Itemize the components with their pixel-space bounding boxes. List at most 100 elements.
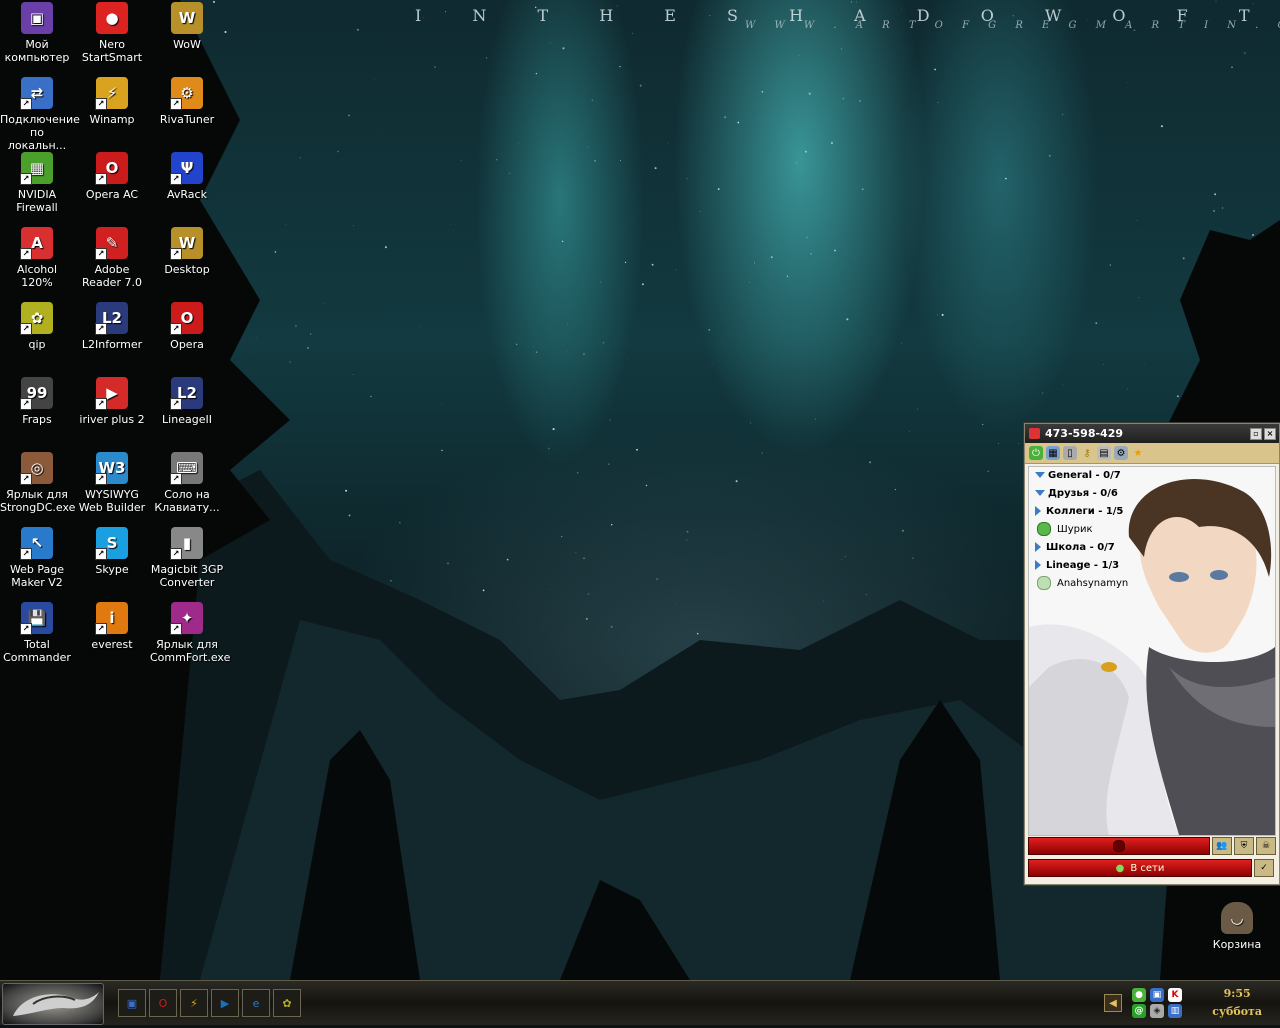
opera-ac-icon: O↗	[96, 152, 128, 184]
desktop-icon[interactable]: O↗Opera	[150, 302, 224, 351]
alcohol-icon: A↗	[21, 227, 53, 259]
start-button[interactable]	[2, 983, 104, 1025]
winamp-icon[interactable]: ⚡	[180, 989, 208, 1017]
privacy-shield-icon[interactable]: ✓	[1254, 859, 1274, 877]
contact-group[interactable]: Коллеги - 1/5	[1029, 503, 1275, 521]
network-tray-icon[interactable]: ▣	[1150, 988, 1164, 1002]
desktop-icon[interactable]: A↗Alcohol 120%	[0, 227, 74, 289]
desktop-icon[interactable]: W3↗WYSIWYG Web Builder	[75, 452, 149, 514]
qip-window[interactable]: 473-598-429 ▫ × ⏻ ▦ ▯ ⚷ ▤ ⚙ ★ General - …	[1024, 423, 1280, 885]
contact-group[interactable]: Школа - 0/7	[1029, 539, 1275, 557]
desktop-icon[interactable]: W WoW	[150, 2, 224, 51]
desktop-icon[interactable]: 99↗Fraps	[0, 377, 74, 426]
users-button[interactable]: 👥	[1212, 837, 1232, 855]
desktop-icon[interactable]: L2↗ LineageII	[150, 377, 224, 426]
clock-time: 9:55	[1212, 985, 1262, 1003]
desktop-icon[interactable]: W↗Desktop	[150, 227, 224, 276]
close-button[interactable]: ×	[1264, 428, 1276, 440]
rivatuner-icon: ⚙↗	[171, 77, 203, 109]
status-icon[interactable]: ⏻	[1029, 446, 1043, 460]
shortcut-arrow-icon: ↗	[20, 323, 32, 335]
internet-explorer-icon[interactable]: e	[242, 989, 270, 1017]
iriver-icon: ▶↗	[96, 377, 128, 409]
show-desktop-icon[interactable]: ▣	[118, 989, 146, 1017]
desktop-icon[interactable]: ⌨↗Соло на Клавиату...	[150, 452, 224, 514]
shield-icon[interactable]: ⛨	[1234, 837, 1254, 855]
shortcut-arrow-icon: ↗	[170, 623, 182, 635]
qip-tray-icon[interactable]: ●	[1132, 988, 1146, 1002]
contact-group[interactable]: Друзья - 0/6	[1029, 485, 1275, 503]
desktop-icon-label: Total Commander	[0, 638, 74, 664]
desktop-icon[interactable]: ◎↗Ярлык для StrongDC.exe	[0, 452, 74, 514]
wallpaper-subtitle: W W W . A R T O F G R E G M A R T I N . …	[745, 20, 1275, 31]
l2informer-icon: L2↗	[96, 302, 128, 334]
desktop-icon[interactable]: Ψ↗AvRack	[150, 152, 224, 201]
collapsed-triangle-icon	[1035, 506, 1041, 516]
desktop-icon[interactable]: ✿↗qip	[0, 302, 74, 351]
history-icon[interactable]: ▤	[1097, 446, 1111, 460]
desktop-icon[interactable]: S↗Skype	[75, 527, 149, 576]
desktop-icon[interactable]: ⚡↗Winamp	[75, 77, 149, 126]
opera-icon[interactable]: O	[149, 989, 177, 1017]
wysiwyg-icon: W3↗	[96, 452, 128, 484]
expanded-triangle-icon	[1035, 490, 1045, 496]
volume-tray-icon[interactable]: ◈	[1150, 1004, 1164, 1018]
skull-icon[interactable]: ☠	[1256, 837, 1276, 855]
desktop-icon[interactable]: ↖↗Web Page Maker V2	[0, 527, 74, 589]
xstatus-bar[interactable]	[1028, 837, 1210, 855]
fraps-icon: 99↗	[21, 377, 53, 409]
online-status-bar[interactable]: ● В сети	[1028, 859, 1252, 877]
desktop-icon[interactable]: ✦↗Ярлык для CommFort.exe	[150, 602, 224, 664]
icon-glyph: ⚡	[107, 87, 118, 100]
star-icon[interactable]: ★	[1131, 446, 1145, 460]
shortcut-arrow-icon: ↗	[170, 548, 182, 560]
desktop-icon[interactable]: 💾↗Total Commander	[0, 602, 74, 664]
desktop-icon[interactable]: O↗Opera AC	[75, 152, 149, 201]
contacts-icon[interactable]: ▦	[1046, 446, 1060, 460]
qip-titlebar[interactable]: 473-598-429 ▫ ×	[1025, 424, 1279, 443]
icq-tray-icon[interactable]: @	[1132, 1004, 1146, 1018]
expanded-triangle-icon	[1035, 472, 1045, 478]
desktop-icon[interactable]: ▦↗NVIDIA Firewall	[0, 152, 74, 214]
contact-list[interactable]: General - 0/7Друзья - 0/6Коллеги - 1/5Шу…	[1028, 466, 1276, 836]
icon-glyph: W	[179, 12, 196, 25]
lineage2-icon: L2↗	[171, 377, 203, 409]
desktop-icon-label: qip	[0, 338, 74, 351]
desktop-icon[interactable]: ●Nero StartSmart	[75, 2, 149, 64]
contact-group[interactable]: General - 0/7	[1029, 467, 1275, 485]
monitor-tray-icon[interactable]: ▥	[1168, 1004, 1182, 1018]
icon-glyph: ✎	[106, 237, 119, 250]
contact-group[interactable]: Lineage - 1/3	[1029, 557, 1275, 575]
icon-glyph: A	[31, 237, 43, 250]
minimize-button[interactable]: ▫	[1250, 428, 1262, 440]
shortcut-arrow-icon: ↗	[95, 98, 107, 110]
gear-icon[interactable]: ⚙	[1114, 446, 1128, 460]
desktop-icon-label: LineageII	[150, 413, 224, 426]
recycle-bin[interactable]: ◡ Корзина	[1200, 902, 1274, 951]
contact-item[interactable]: Шурик	[1029, 521, 1275, 539]
media-player-icon[interactable]: ▶	[211, 989, 239, 1017]
desktop-icon[interactable]: ⇄↗Подключение по локальн...	[0, 77, 74, 152]
my-computer-icon: ▣	[21, 2, 53, 34]
desktop-icon[interactable]: ▶↗ iriver plus 2	[75, 377, 149, 426]
qip-icon[interactable]: ✿	[273, 989, 301, 1017]
clock[interactable]: 9:55 суббота	[1212, 985, 1262, 1021]
desktop-icon-label: Подключение по локальн...	[0, 113, 74, 152]
key-icon[interactable]: ⚷	[1080, 446, 1094, 460]
contact-item[interactable]: Anahsynamyn	[1029, 575, 1275, 593]
desktop-icon-label: iriver plus 2	[75, 413, 149, 426]
desktop-icon-label: WoW	[150, 38, 224, 51]
desktop-icon[interactable]: ▮↗Magicbit 3GP Converter	[150, 527, 224, 589]
icon-glyph: ▮	[183, 537, 191, 550]
phone-icon[interactable]: ▯	[1063, 446, 1077, 460]
desktop-icon[interactable]: ✎↗Adobe Reader 7.0	[75, 227, 149, 289]
desktop-icon[interactable]: i↗everest	[75, 602, 149, 651]
desktop-icon[interactable]: ▣Мой компьютер	[0, 2, 74, 64]
desktop-icon[interactable]: ⚙↗RivaTuner	[150, 77, 224, 126]
contact-groups: General - 0/7Друзья - 0/6Коллеги - 1/5Шу…	[1029, 467, 1275, 593]
kaspersky-tray-icon[interactable]: K	[1168, 988, 1182, 1002]
quick-launch-bar: ▣O⚡▶e✿	[118, 989, 301, 1017]
desktop-icon[interactable]: L2↗L2Informer	[75, 302, 149, 351]
wow-icon: W	[171, 2, 203, 34]
tray-expand-chevron-icon[interactable]: ◀	[1104, 994, 1122, 1012]
